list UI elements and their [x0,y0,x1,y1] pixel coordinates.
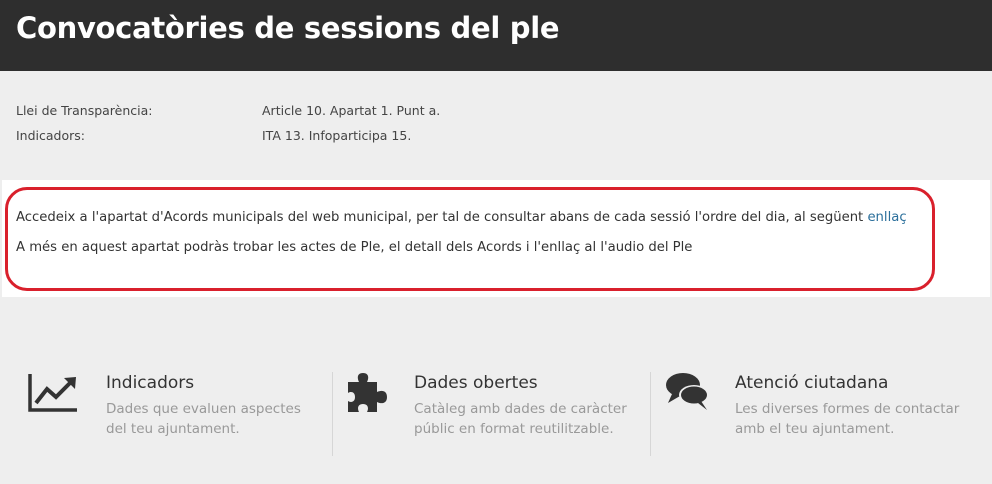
feature-description: Dades que evaluen aspectes del teu ajunt… [106,401,301,437]
meta-value: Article 10. Apartat 1. Punt a. [262,103,441,118]
feature-atencio-ciutadana[interactable]: Atenció ciutadana Les diverses formes de… [664,370,974,460]
divider [650,372,651,456]
page-header: Convocatòries de sessions del ple [0,0,992,71]
meta-row-law: Llei de Transparència: Article 10. Apart… [16,103,440,118]
feature-indicadors[interactable]: Indicadors Dades que evaluen aspectes de… [28,370,323,460]
feature-title: Indicadors [106,373,195,393]
feature-title: Atenció ciutadana [735,373,889,393]
meta-row-indicators: Indicadors: ITA 13. Infoparticipa 15. [16,128,411,143]
feature-description: Les diverses formes de contactar amb el … [735,401,960,437]
chat-bubbles-icon [666,373,709,410]
divider [332,372,333,456]
highlight-annotation [5,187,935,291]
trend-chart-icon [28,374,77,412]
page-title: Convocatòries de sessions del ple [16,11,560,45]
meta-key: Llei de Transparència: [16,103,153,118]
feature-title: Dades obertes [414,373,538,393]
meta-key: Indicadors: [16,128,85,143]
feature-description: Catàleg amb dades de caràcter públic en … [414,401,627,437]
meta-value: ITA 13. Infoparticipa 15. [262,128,412,143]
feature-dades-obertes[interactable]: Dades obertes Catàleg amb dades de caràc… [345,370,640,460]
puzzle-icon [348,373,387,412]
